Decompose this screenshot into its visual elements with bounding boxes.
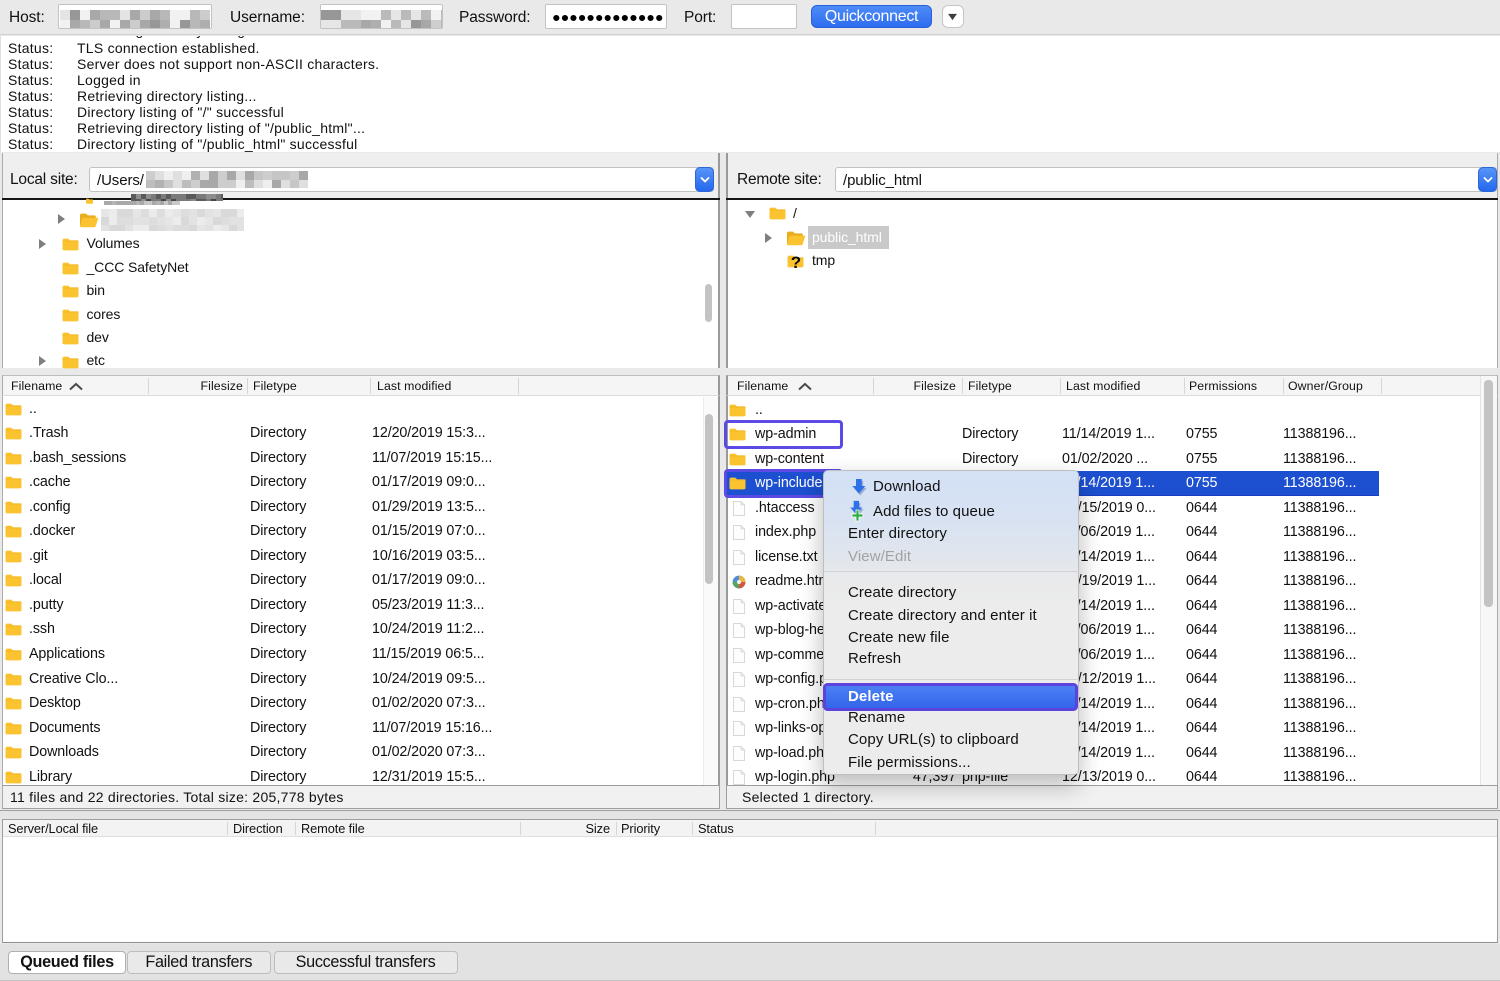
svg-text:?: ?: [791, 253, 801, 269]
